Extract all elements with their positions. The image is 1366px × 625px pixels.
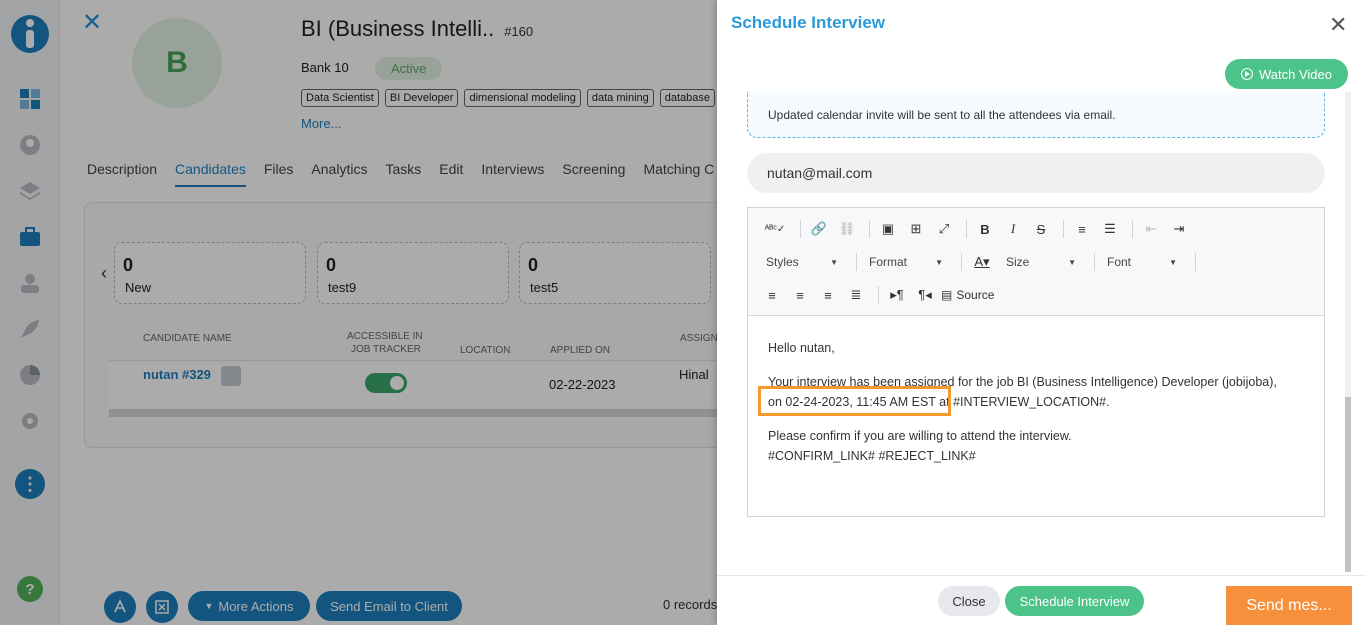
toolbar-separator [961,253,962,271]
modal-backdrop[interactable] [0,0,717,625]
align-right-icon[interactable]: ≡ [816,284,840,306]
source-icon: ▤ [941,288,953,302]
align-left-icon[interactable]: ≡ [760,284,784,306]
size-label: Size [1006,255,1030,269]
chevron-down-icon: ▼ [935,257,943,267]
toolbar-separator [1063,220,1064,238]
indent-icon[interactable]: ⇥ [1167,218,1191,240]
schedule-interview-modal: Schedule Interview ✕ Watch Video Updated… [717,0,1366,625]
toolbar-separator [966,220,967,238]
toolbar-separator [869,220,870,238]
play-icon [1241,68,1253,80]
email-greeting: Hello nutan, [768,341,835,355]
modal-header: Schedule Interview ✕ [717,0,1366,46]
styles-dropdown[interactable]: Styles ▼ [760,251,844,273]
justify-icon[interactable]: ≣ [844,284,868,306]
rich-text-editor[interactable]: ᴬᴮᶜ✓ 🔗 ⛓ ▣ ⊞ ⤢ B I S ≡ ☰ ⇤ ⇥ Styles ▼ Fo… [747,207,1325,517]
close-button[interactable]: Close [938,586,1000,616]
chevron-down-icon: ▼ [1068,257,1076,267]
format-dropdown[interactable]: Format ▼ [863,251,949,273]
outdent-icon[interactable]: ⇤ [1139,218,1163,240]
chevron-down-icon: ▼ [830,257,838,267]
unlink-icon[interactable]: ⛓ [835,218,859,240]
schedule-interview-button[interactable]: Schedule Interview [1005,586,1144,616]
highlight-box [758,386,951,416]
size-dropdown[interactable]: Size ▼ [1000,251,1082,273]
toolbar-separator [856,253,857,271]
spellcheck-icon[interactable]: ᴬᴮᶜ✓ [760,218,790,240]
toolbar-separator [1132,220,1133,238]
maximize-icon[interactable]: ⤢ [932,218,956,240]
email-line-4: #CONFIRM_LINK# #REJECT_LINK# [768,449,976,463]
send-message-button[interactable]: Send mes... [1226,586,1352,625]
font-dropdown[interactable]: Font ▼ [1101,251,1183,273]
watch-video-button[interactable]: Watch Video [1225,59,1348,89]
format-label: Format [869,255,908,269]
image-icon[interactable]: ▣ [876,218,900,240]
watch-video-label: Watch Video [1259,66,1332,82]
table-icon[interactable]: ⊞ [904,218,928,240]
toolbar-separator [1195,253,1196,271]
notice-text: Updated calendar invite will be sent to … [768,108,1116,122]
italic-icon[interactable]: I [1001,218,1025,240]
chevron-down-icon: ▼ [1169,257,1177,267]
close-icon[interactable]: ✕ [1329,12,1347,38]
vertical-scrollbar[interactable] [1345,92,1351,572]
strikethrough-icon[interactable]: S [1029,218,1053,240]
bold-icon[interactable]: B [973,218,997,240]
font-label: Font [1107,255,1132,269]
scrollbar-thumb[interactable] [1345,397,1351,572]
editor-toolbar: ᴬᴮᶜ✓ 🔗 ⛓ ▣ ⊞ ⤢ B I S ≡ ☰ ⇤ ⇥ Styles ▼ Fo… [748,208,1324,316]
bullet-list-icon[interactable]: ☰ [1098,218,1122,240]
numbered-list-icon[interactable]: ≡ [1070,218,1094,240]
source-label: Source [956,288,995,302]
toolbar-row-3: ≡ ≡ ≡ ≣ ▸¶ ¶◂ ▤ Source [760,283,994,307]
text-color-icon[interactable]: A▾ [968,251,996,273]
source-button[interactable]: ▤ Source [941,288,994,302]
styles-label: Styles [766,255,799,269]
ltr-icon[interactable]: ▸¶ [885,284,909,306]
modal-title: Schedule Interview [731,13,885,32]
toolbar-separator [878,286,879,304]
modal-footer: Close Schedule Interview Send mes... [717,575,1366,625]
toolbar-row-2: Styles ▼ Format ▼ A▾ Size ▼ Font ▼ [760,250,1202,274]
rtl-icon[interactable]: ¶◂ [913,284,937,306]
calendar-notice: Updated calendar invite will be sent to … [747,92,1325,138]
recipient-email-field[interactable]: nutan@mail.com [747,153,1325,193]
align-center-icon[interactable]: ≡ [788,284,812,306]
toolbar-separator [800,220,801,238]
toolbar-separator [1094,253,1095,271]
email-line-3: Please confirm if you are willing to att… [768,429,1072,443]
toolbar-row-1: ᴬᴮᶜ✓ 🔗 ⛓ ▣ ⊞ ⤢ B I S ≡ ☰ ⇤ ⇥ [760,217,1195,241]
link-icon[interactable]: 🔗 [807,218,831,240]
